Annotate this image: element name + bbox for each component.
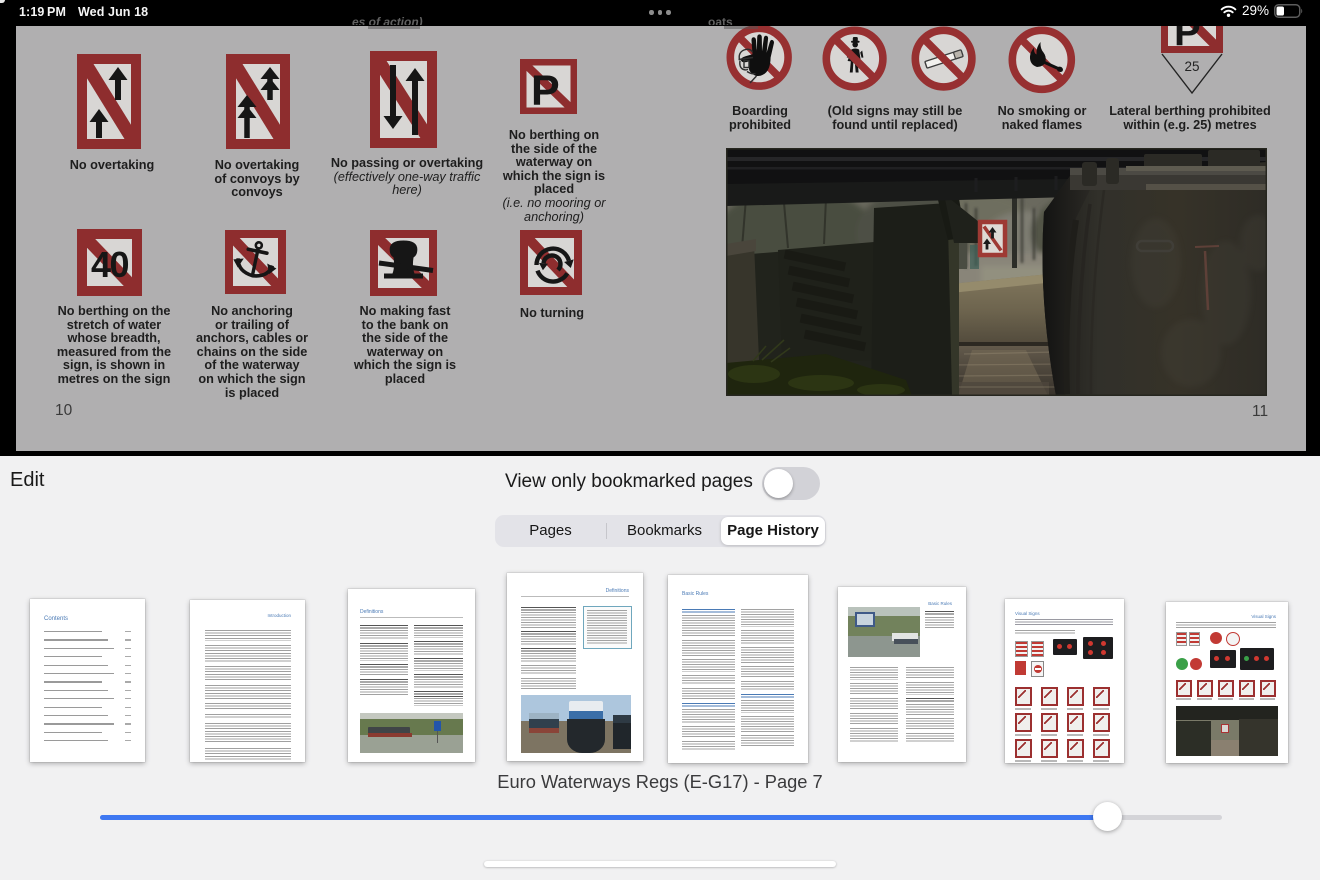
svg-text:40: 40 [91, 244, 129, 285]
svg-text:25: 25 [1184, 59, 1199, 74]
svg-text:P: P [531, 67, 560, 114]
svg-text:P: P [1174, 26, 1201, 54]
